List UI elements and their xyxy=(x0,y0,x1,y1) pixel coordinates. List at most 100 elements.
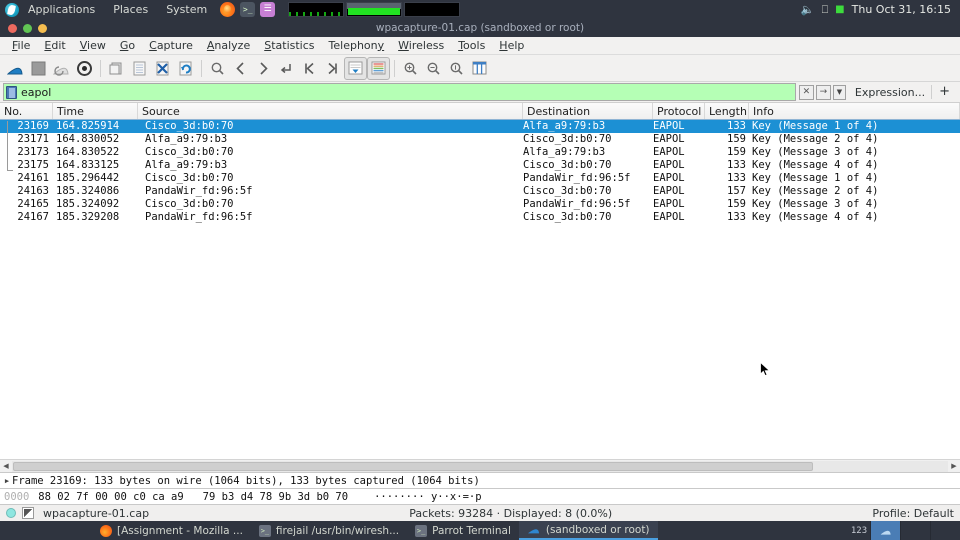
packet-cell-info: Key (Message 1 of 4) xyxy=(752,120,879,132)
filter-expression-button[interactable]: Expression... xyxy=(849,86,931,99)
packet-row[interactable]: 24161 185.296442 Cisco_3d:b0:70 PandaWir_fd… xyxy=(0,172,960,185)
menu-tools[interactable]: Tools xyxy=(451,37,492,55)
scroll-left-icon[interactable]: ◀ xyxy=(0,460,12,472)
packet-row[interactable]: 24167 185.329208 PandaWir_fd:96:5f Cisco_3d… xyxy=(0,211,960,224)
notes-icon[interactable]: ☰ xyxy=(260,2,276,17)
task-firefox[interactable]: [Assignment - Mozilla ... xyxy=(92,521,251,540)
menu-view[interactable]: View xyxy=(73,37,113,55)
display-filter-input[interactable]: eapol xyxy=(3,83,796,101)
reload-file-button[interactable] xyxy=(174,57,197,80)
menu-wireless[interactable]: Wireless xyxy=(391,37,451,55)
menu-edit[interactable]: Edit xyxy=(37,37,72,55)
colorize-button[interactable] xyxy=(367,56,390,80)
expert-info-icon[interactable] xyxy=(22,507,34,519)
packet-bytes-pane[interactable]: 0000 88 02 7f 00 00 c0 ca a9 79 b3 d4 78… xyxy=(0,488,960,504)
volume-icon[interactable]: 🔈 xyxy=(801,4,815,15)
column-header-protocol[interactable]: Protocol xyxy=(653,103,705,119)
hex-offset: 0000 xyxy=(4,490,30,503)
autoscroll-button[interactable] xyxy=(344,56,367,80)
apply-filter-icon[interactable]: → xyxy=(815,84,831,100)
column-header-length[interactable]: Length xyxy=(705,103,749,119)
menu-analyze[interactable]: Analyze xyxy=(200,37,257,55)
workspace-1[interactable] xyxy=(870,521,900,540)
column-header-destination[interactable]: Destination xyxy=(523,103,653,119)
packet-details-frame-line[interactable]: Frame 23169: 133 bytes on wire (1064 bit… xyxy=(12,475,480,487)
chevron-down-icon[interactable]: ▼ xyxy=(832,84,846,100)
resize-columns-button[interactable] xyxy=(468,57,491,80)
column-header-source[interactable]: Source xyxy=(138,103,523,119)
menu-telephony[interactable]: Telephony xyxy=(322,37,392,55)
go-first-packet-button[interactable] xyxy=(298,57,321,80)
packet-cell-dst: Cisco_3d:b0:70 xyxy=(523,133,612,145)
go-forward-button[interactable] xyxy=(252,57,275,80)
packet-cell-dst: PandaWir_fd:96:5f xyxy=(523,172,631,184)
menu-capture[interactable]: Capture xyxy=(142,37,200,55)
packet-cell-time: 164.830522 xyxy=(56,146,120,158)
go-last-packet-button[interactable] xyxy=(321,57,344,80)
menu-go[interactable]: Go xyxy=(113,37,142,55)
close-button[interactable] xyxy=(8,23,17,33)
task-firejail-wireshark[interactable]: >_ firejail /usr/bin/wiresh... xyxy=(251,521,407,540)
filter-bookmark-icon[interactable] xyxy=(6,85,17,99)
stop-capture-button[interactable] xyxy=(27,57,50,80)
status-profile[interactable]: Profile: Default xyxy=(872,507,954,520)
workspace-3[interactable] xyxy=(930,521,960,540)
go-back-button[interactable] xyxy=(229,57,252,80)
packet-row[interactable]: 24163 185.324086 PandaWir_fd:96:5f Cisco_3d… xyxy=(0,185,960,198)
start-capture-button[interactable] xyxy=(4,57,27,80)
packet-cell-src: Cisco_3d:b0:70 xyxy=(145,120,234,132)
battery-icon[interactable]: ■ xyxy=(835,4,844,15)
go-to-packet-button[interactable] xyxy=(275,57,298,80)
workspace-2[interactable] xyxy=(900,521,930,540)
zoom-reset-button[interactable] xyxy=(445,57,468,80)
panel-menu-applications[interactable]: Applications xyxy=(19,3,104,16)
firefox-icon[interactable] xyxy=(220,2,236,17)
packet-row[interactable]: 24165 185.324092 Cisco_3d:b0:70 PandaWir_fd… xyxy=(0,198,960,211)
display-icon[interactable]: ⎕ xyxy=(822,4,829,15)
close-file-button[interactable] xyxy=(151,57,174,80)
packet-cell-time: 185.324086 xyxy=(56,185,120,197)
capture-ready-icon[interactable] xyxy=(6,508,16,518)
packet-list-pane[interactable]: No. Time Source Destination Protocol Len… xyxy=(0,103,960,472)
restart-capture-button[interactable] xyxy=(50,57,73,80)
capture-options-button[interactable] xyxy=(73,57,96,80)
maximize-button[interactable] xyxy=(38,23,47,33)
triangle-right-icon[interactable]: ▶ xyxy=(2,477,12,485)
menu-statistics[interactable]: Statistics xyxy=(257,37,321,55)
column-header-time[interactable]: Time xyxy=(53,103,138,119)
clear-filter-icon[interactable]: ✕ xyxy=(798,84,814,100)
menu-help[interactable]: Help xyxy=(492,37,531,55)
hex-bytes[interactable]: 88 02 7f 00 00 c0 ca a9 79 b3 d4 78 9b 3… xyxy=(38,491,348,503)
terminal-icon[interactable]: >_ xyxy=(240,2,256,17)
packet-details-pane[interactable]: ▶ Frame 23169: 133 bytes on wire (1064 b… xyxy=(0,472,960,488)
packet-row[interactable]: 23173 164.830522 Cisco_3d:b0:70 Alfa_a9:79:… xyxy=(0,146,960,159)
save-file-button[interactable] xyxy=(128,57,151,80)
column-header-no[interactable]: No. xyxy=(0,103,53,119)
find-packet-button[interactable] xyxy=(206,57,229,80)
hex-ascii[interactable]: ········ y··x·=·p xyxy=(374,491,481,503)
packet-row[interactable]: 23175 164.833125 Alfa_a9:79:b3 Cisco_3d:b0:… xyxy=(0,159,960,172)
parrot-logo-icon[interactable] xyxy=(5,2,19,17)
packet-cell-src: Alfa_a9:79:b3 xyxy=(145,133,228,145)
display-filter-value[interactable]: eapol xyxy=(21,86,51,99)
column-header-info[interactable]: Info xyxy=(749,103,960,119)
task-wireshark-sandboxed[interactable]: (sandboxed or root) xyxy=(518,521,658,540)
packet-row[interactable]: 23171 164.830052 Alfa_a9:79:b3 Cisco_3d:b0:… xyxy=(0,133,960,146)
menu-file[interactable]: File xyxy=(5,37,37,55)
task-parrot-terminal[interactable]: >_ Parrot Terminal xyxy=(407,521,519,540)
open-file-button[interactable] xyxy=(105,57,128,80)
scrollbar-track[interactable] xyxy=(12,460,948,472)
scrollbar-thumb[interactable] xyxy=(13,461,813,471)
panel-menu-system[interactable]: System xyxy=(157,3,216,16)
clock[interactable]: Thu Oct 31, 16:15 xyxy=(852,3,951,16)
add-filter-button[interactable]: + xyxy=(932,84,957,101)
packet-list-horizontal-scrollbar[interactable]: ◀ ▶ xyxy=(0,459,960,472)
panel-menu-places[interactable]: Places xyxy=(104,3,157,16)
packet-row[interactable]: 23169 164.825914 Cisco_3d:b0:70 Alfa_a9:79:… xyxy=(0,120,960,133)
packet-cell-len: 159 xyxy=(727,198,746,210)
scroll-right-icon[interactable]: ▶ xyxy=(948,460,960,472)
packet-list-rows[interactable]: 23169 164.825914 Cisco_3d:b0:70 Alfa_a9:79:… xyxy=(0,120,960,459)
minimize-button[interactable] xyxy=(23,23,32,33)
zoom-in-button[interactable] xyxy=(399,57,422,80)
zoom-out-button[interactable] xyxy=(422,57,445,80)
